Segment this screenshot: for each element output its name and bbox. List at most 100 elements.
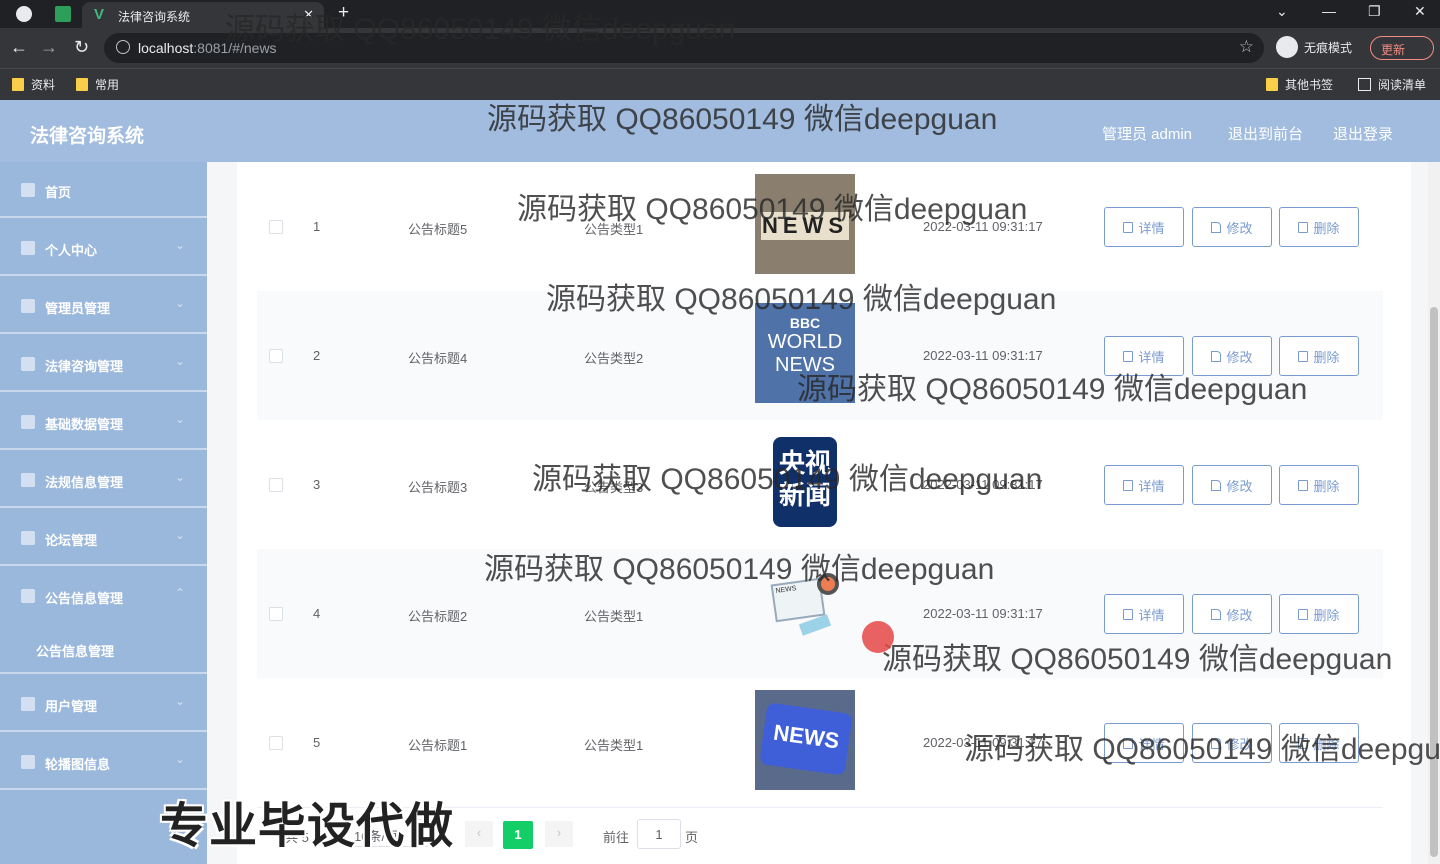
- sidebar: 首页 个人中心 ⌄ 管理员管理 ⌄ 法律咨询管理 ⌄ 基础数据管理 ⌄ 法规信息管理 ⌄ …: [0, 162, 207, 864]
- row-time: 2022-03-11 09:31:17: [923, 348, 1043, 363]
- incognito-icon: [1276, 36, 1298, 58]
- sidebar-item-users[interactable]: 用户管理 ⌄: [0, 676, 207, 732]
- watermark: 源码获取 QQ86050149 微信deepguan: [225, 13, 736, 46]
- reading-list[interactable]: 阅读清单: [1358, 76, 1426, 93]
- tab-search-icon[interactable]: ⌄: [1276, 3, 1288, 20]
- scrollbar-thumb[interactable]: [1430, 307, 1438, 857]
- trash-icon: [1298, 479, 1309, 491]
- delete-button[interactable]: 删除: [1279, 207, 1359, 247]
- watermark: 源码获取 QQ86050149 微信deepguan: [532, 463, 1043, 496]
- detail-button[interactable]: 详情: [1104, 594, 1184, 634]
- logout-link[interactable]: 退出登录: [1333, 123, 1393, 144]
- row-checkbox[interactable]: [269, 349, 283, 363]
- row-index: 4: [313, 606, 321, 621]
- to-front-link[interactable]: 退出到前台: [1228, 123, 1303, 144]
- reading-list-icon: [1358, 78, 1371, 91]
- app-title: 法律咨询系统: [30, 126, 145, 147]
- update-button[interactable]: 更新: [1370, 36, 1434, 60]
- watermark: 源码获取 QQ86050149 微信deepguan: [517, 193, 1028, 226]
- incognito-indicator[interactable]: 无痕模式: [1276, 36, 1352, 58]
- notice-icon: [21, 589, 35, 603]
- sidebar-item-consult[interactable]: 法律咨询管理 ⌄: [0, 336, 207, 392]
- user-label: 管理员 admin: [1102, 126, 1193, 143]
- bookmark-star-icon[interactable]: ☆: [1239, 37, 1254, 57]
- pencil-icon: [1211, 221, 1222, 233]
- chevron-down-icon: ⌄: [174, 752, 185, 766]
- forward-icon[interactable]: →: [40, 37, 58, 58]
- goto-label: 前往: [603, 830, 630, 845]
- watermark: 源码获取 QQ86050149 微信deepguan: [797, 373, 1308, 406]
- chevron-down-icon: ⌄: [174, 296, 185, 310]
- consult-icon: [21, 357, 35, 371]
- delete-button[interactable]: 删除: [1279, 465, 1359, 505]
- row-checkbox[interactable]: [269, 607, 283, 621]
- mouse-cursor-highlight: [862, 621, 894, 653]
- site-info-icon[interactable]: [116, 40, 130, 54]
- pencil-icon: [1211, 350, 1222, 362]
- row-index: 1: [313, 219, 321, 234]
- prev-page-button[interactable]: ‹: [465, 821, 493, 847]
- goto-page-input[interactable]: 1: [637, 819, 681, 849]
- tab-title: 法律咨询系统: [118, 10, 191, 24]
- watermark: 源码获取 QQ86050149 微信deepguan: [964, 733, 1440, 766]
- pencil-icon: [1211, 479, 1222, 491]
- restore-icon[interactable]: ❐: [1368, 3, 1381, 20]
- back-icon[interactable]: ←: [10, 37, 28, 58]
- row-type: 公告类型2: [584, 351, 644, 366]
- row-checkbox[interactable]: [269, 220, 283, 234]
- home-icon: [21, 183, 35, 197]
- bookmark-folder-changyong[interactable]: 常用: [76, 76, 119, 93]
- page-1-button[interactable]: 1: [503, 821, 533, 849]
- sidebar-item-notices[interactable]: 公告信息管理 ⌃: [0, 568, 207, 624]
- row-checkbox[interactable]: [269, 478, 283, 492]
- sidebar-item-carousel[interactable]: 轮播图信息 ⌄: [0, 734, 207, 790]
- trash-icon: [1298, 221, 1309, 233]
- sidebar-item-forum[interactable]: 论坛管理 ⌄: [0, 510, 207, 566]
- row-checkbox[interactable]: [269, 736, 283, 750]
- edit-button[interactable]: 修改: [1192, 207, 1272, 247]
- detail-button[interactable]: 详情: [1104, 207, 1184, 247]
- row-time: 2022-03-11 09:31:17: [923, 606, 1043, 621]
- forum-icon: [21, 531, 35, 545]
- browser-globe-icon[interactable]: [16, 6, 32, 22]
- detail-button[interactable]: 详情: [1104, 465, 1184, 505]
- pinned-tab-icon[interactable]: [55, 6, 71, 22]
- chevron-down-icon: ⌄: [174, 528, 185, 542]
- row-title: 公告标题1: [408, 738, 468, 753]
- folder-icon: [12, 78, 24, 91]
- trash-icon: [1298, 350, 1309, 362]
- row-type: 公告类型1: [584, 738, 644, 753]
- bookmark-folder-ziliao[interactable]: 资料: [12, 76, 55, 93]
- news-thumbnail: NEWS: [755, 690, 855, 790]
- row-title: 公告标题4: [408, 351, 468, 366]
- document-icon: [1123, 608, 1134, 620]
- edit-button[interactable]: 修改: [1192, 594, 1272, 634]
- row-title: 公告标题3: [408, 480, 468, 495]
- data-icon: [21, 415, 35, 429]
- pencil-icon: [1211, 608, 1222, 620]
- other-bookmarks[interactable]: 其他书签: [1266, 76, 1333, 93]
- delete-button[interactable]: 删除: [1279, 594, 1359, 634]
- row-title: 公告标题2: [408, 609, 468, 624]
- reload-icon[interactable]: ↻: [74, 37, 89, 58]
- document-icon: [1123, 221, 1134, 233]
- next-page-button[interactable]: ›: [545, 821, 573, 847]
- vue-logo-icon: V: [94, 6, 105, 23]
- row-index: 5: [313, 735, 321, 750]
- carousel-icon: [21, 755, 35, 769]
- submenu-notice-manage[interactable]: 公告信息管理: [0, 624, 207, 674]
- sidebar-item-admins[interactable]: 管理员管理 ⌄: [0, 278, 207, 334]
- sidebar-item-profile[interactable]: 个人中心 ⌄: [0, 220, 207, 276]
- sidebar-item-laws[interactable]: 法规信息管理 ⌄: [0, 452, 207, 508]
- user-icon: [21, 241, 35, 255]
- sidebar-item-base-data[interactable]: 基础数据管理 ⌄: [0, 394, 207, 450]
- sidebar-item-home[interactable]: 首页: [0, 162, 207, 218]
- users-icon: [21, 697, 35, 711]
- law-icon: [21, 473, 35, 487]
- minimize-icon[interactable]: —: [1322, 3, 1336, 19]
- row-index: 2: [313, 348, 321, 363]
- edit-button[interactable]: 修改: [1192, 465, 1272, 505]
- document-icon: [1123, 479, 1134, 491]
- close-window-icon[interactable]: ✕: [1414, 3, 1426, 20]
- page-label: 页: [685, 830, 699, 845]
